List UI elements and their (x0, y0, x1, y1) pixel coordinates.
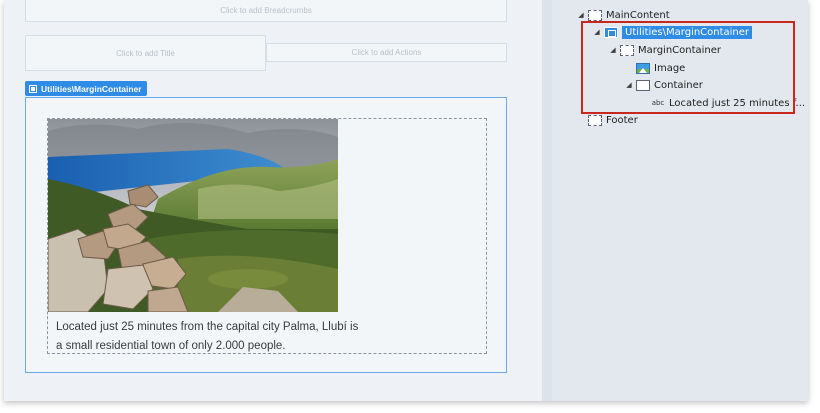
margin-container-tag-label: Utilities\MarginContainer (41, 83, 142, 94)
tree-item-label: Located just 25 minutes f... (669, 97, 806, 109)
dashed-box-icon (588, 114, 602, 126)
breadcrumbs-placeholder[interactable]: Click to add Breadcrumbs (25, 0, 507, 22)
tree-expander-icon[interactable]: ◢ (592, 28, 602, 36)
dashed-box-icon (620, 44, 634, 56)
tree-expander-icon[interactable]: ◢ (608, 46, 618, 54)
design-canvas[interactable]: Click to add Breadcrumbs Click to add Ti… (4, 0, 542, 401)
tree-item-label: MainContent (606, 9, 670, 21)
tree-item-margin-container[interactable]: ◢ MarginContainer (608, 42, 721, 58)
panel-splitter[interactable] (542, 0, 552, 401)
dashed-box-icon (588, 9, 602, 21)
tree-item-label-selected: Utilities\MarginContainer (622, 25, 753, 39)
landscape-photo (48, 119, 338, 312)
landscape-image[interactable] (48, 119, 338, 312)
block-instance-icon (29, 84, 37, 93)
margin-container-widget[interactable]: Located just 25 minutes from the capital… (25, 97, 507, 373)
actions-placeholder-label: Click to add Actions (351, 48, 422, 57)
caption-line-1: Located just 25 minutes from the capital… (56, 321, 359, 333)
block-instance-icon (604, 26, 618, 38)
tree-item-utilities-margin-container[interactable]: ◢ Utilities\MarginContainer (592, 24, 753, 40)
tree-item-footer[interactable]: Footer (576, 112, 638, 128)
tree-item-label: Footer (606, 114, 638, 126)
actions-placeholder[interactable]: Click to add Actions (266, 43, 507, 62)
ide-window: Click to add Breadcrumbs Click to add Ti… (4, 0, 808, 401)
tree-item-label: Container (654, 79, 703, 91)
tree-item-label: MarginContainer (638, 44, 722, 56)
tree-expander-icon[interactable]: ◢ (576, 11, 586, 19)
image-icon (636, 62, 650, 74)
tree-item-text[interactable]: abc Located just 25 minutes f... (640, 95, 805, 111)
caption-text: Located just 25 minutes from the capital… (56, 318, 416, 356)
tree-expander-icon[interactable]: ◢ (624, 81, 634, 89)
caption-line-2: a small residential town of only 2.000 p… (56, 340, 286, 352)
margin-container-tag[interactable]: Utilities\MarginContainer (25, 81, 147, 96)
title-placeholder[interactable]: Click to add Title (25, 35, 266, 71)
inner-margin-container[interactable]: Located just 25 minutes from the capital… (47, 118, 487, 354)
title-placeholder-label: Click to add Title (116, 48, 175, 58)
widget-tree-panel: ◢ MainContent ◢ Utilities\MarginContaine… (552, 0, 808, 401)
breadcrumbs-placeholder-label: Click to add Breadcrumbs (220, 6, 312, 15)
container-icon (636, 79, 650, 91)
tree-item-image[interactable]: Image (624, 60, 685, 76)
text-abc-icon: abc (651, 99, 665, 107)
tree-item-container[interactable]: ◢ Container (624, 77, 703, 93)
tree-item-main-content[interactable]: ◢ MainContent (576, 7, 670, 23)
tree-item-label: Image (654, 62, 686, 74)
